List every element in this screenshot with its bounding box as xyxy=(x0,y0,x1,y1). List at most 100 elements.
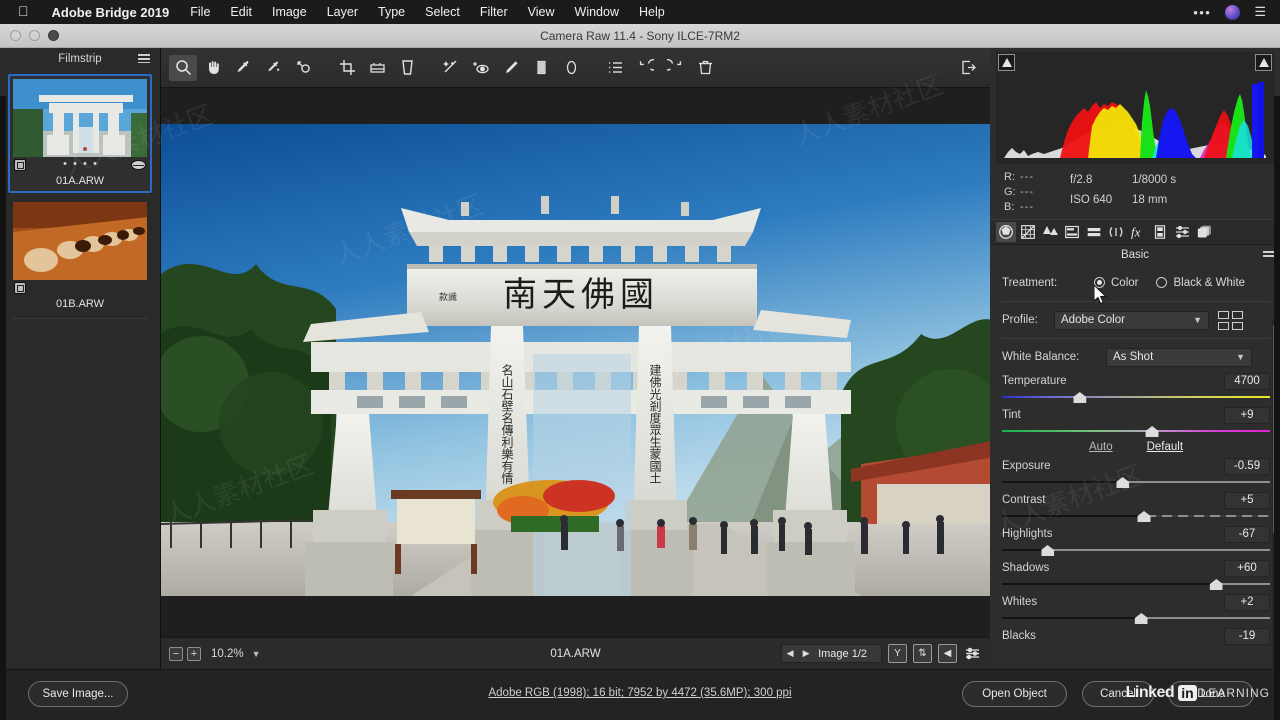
raw-preview-image[interactable]: 南天佛國 款識 名山石壁名傳利樂有情 建佛光剎度眾生蒙國土 xyxy=(161,123,990,596)
swap-before-after-button[interactable]: ⇅ xyxy=(913,644,932,663)
preview-preferences-button[interactable] xyxy=(963,644,982,663)
adjustment-brush-tool[interactable] xyxy=(497,55,525,81)
zoom-tool[interactable] xyxy=(169,54,197,81)
before-after-button[interactable]: Y xyxy=(888,644,907,663)
mouse-cursor-icon xyxy=(1094,285,1107,304)
straighten-tool[interactable] xyxy=(363,55,391,81)
slider-track[interactable] xyxy=(1002,612,1270,624)
profile-select[interactable]: Adobe Color ▼ xyxy=(1054,310,1209,330)
slider-track[interactable] xyxy=(1002,544,1270,556)
menu-filter[interactable]: Filter xyxy=(470,5,518,19)
tab-snapshots[interactable] xyxy=(1194,222,1214,242)
tab-basic[interactable] xyxy=(996,222,1016,242)
menu-select[interactable]: Select xyxy=(415,5,470,19)
exif-shutter: 1/8000 s xyxy=(1132,174,1177,186)
open-object-button[interactable]: Open Object xyxy=(962,681,1067,707)
slider-track[interactable] xyxy=(1002,425,1270,437)
slider-knob[interactable] xyxy=(1041,545,1055,556)
radial-filter-tool[interactable] xyxy=(557,55,585,81)
control-center-dots-icon[interactable]: ••• xyxy=(1193,5,1211,20)
thumbnail-image[interactable] xyxy=(13,202,147,280)
slider-track[interactable] xyxy=(1002,578,1270,590)
slider-value[interactable]: +60 xyxy=(1224,559,1270,577)
slider-value[interactable]: +9 xyxy=(1224,406,1270,424)
auto-link[interactable]: Auto xyxy=(1089,441,1113,453)
slider-knob[interactable] xyxy=(1137,511,1151,522)
slider-knob[interactable] xyxy=(1073,392,1087,403)
profile-browser-grid-icon[interactable] xyxy=(1218,310,1243,330)
zoom-in-icon[interactable]: + xyxy=(187,646,201,661)
radio-black-white[interactable] xyxy=(1156,277,1168,288)
slider-knob[interactable] xyxy=(1134,613,1148,624)
white-balance-tool[interactable] xyxy=(229,55,257,81)
treatment-option-bw[interactable]: Black & White xyxy=(1156,277,1245,289)
graduated-filter-tool[interactable] xyxy=(527,55,555,81)
preferences-tool[interactable] xyxy=(601,55,629,81)
delete-tool[interactable] xyxy=(691,55,719,81)
slider-knob[interactable] xyxy=(1116,477,1130,488)
copy-settings-button[interactable]: ◀ xyxy=(938,644,957,663)
filmstrip-item-01b[interactable]: 01B.ARW xyxy=(8,197,152,316)
rotate-left-tool[interactable] xyxy=(631,55,659,81)
image-canvas[interactable]: 南天佛國 款識 名山石壁名傳利樂有情 建佛光剎度眾生蒙國土 xyxy=(161,88,990,637)
slider-knob[interactable] xyxy=(1145,426,1159,437)
filmstrip-menu-icon[interactable] xyxy=(138,54,150,63)
menu-file[interactable]: File xyxy=(180,5,220,19)
spot-removal-tool[interactable] xyxy=(437,55,465,81)
rotate-right-tool[interactable] xyxy=(661,55,689,81)
histogram[interactable] xyxy=(996,52,1274,164)
slider-value[interactable]: +2 xyxy=(1224,593,1270,611)
filmstrip-item-01a[interactable]: 01A.ARW xyxy=(8,74,152,193)
tab-calibration[interactable] xyxy=(1150,222,1170,242)
menu-type[interactable]: Type xyxy=(368,5,415,19)
tab-effects[interactable]: fx xyxy=(1128,222,1148,242)
tab-tone-curve[interactable] xyxy=(1018,222,1038,242)
zoom-level-chevron-down-icon[interactable]: ▼ xyxy=(250,649,261,659)
tab-presets[interactable] xyxy=(1172,222,1192,242)
slider-value[interactable]: -0.59 xyxy=(1224,457,1270,475)
menubar-app-name[interactable]: Adobe Bridge 2019 xyxy=(41,5,181,20)
slider-value[interactable]: 4700 xyxy=(1224,372,1270,390)
tab-lens-corrections[interactable] xyxy=(1106,222,1126,242)
slider-value[interactable]: +5 xyxy=(1224,491,1270,509)
menu-edit[interactable]: Edit xyxy=(220,5,262,19)
zoom-out-icon[interactable]: − xyxy=(169,646,183,661)
targeted-adjustment-tool[interactable] xyxy=(289,55,317,81)
slider-blacks: Blacks -19 xyxy=(1002,626,1270,646)
transform-tool[interactable] xyxy=(393,55,421,81)
slider-track[interactable] xyxy=(1002,510,1270,522)
notification-list-icon[interactable]: ☰ xyxy=(1254,4,1266,20)
zoom-level-value[interactable]: 10.2% xyxy=(205,648,250,660)
white-balance-select[interactable]: As Shot ▼ xyxy=(1106,347,1252,367)
rating-dots[interactable] xyxy=(63,162,97,165)
menu-image[interactable]: Image xyxy=(262,5,317,19)
thumbnail-image[interactable] xyxy=(13,79,147,157)
tab-split-toning[interactable] xyxy=(1084,222,1104,242)
panel-menu-icon[interactable] xyxy=(1263,251,1274,259)
menu-view[interactable]: View xyxy=(518,5,565,19)
image-navigator[interactable]: ◀ ▶ Image 1/2 xyxy=(781,644,882,663)
highlight-clipping-warning-icon[interactable] xyxy=(1255,54,1272,71)
default-link[interactable]: Default xyxy=(1147,441,1183,453)
menu-window[interactable]: Window xyxy=(565,5,629,19)
fullscreen-toggle[interactable] xyxy=(954,55,982,81)
apple-logo-icon[interactable]:  xyxy=(8,4,41,18)
tab-detail[interactable] xyxy=(1040,222,1060,242)
slider-track[interactable] xyxy=(1002,391,1270,403)
slider-track[interactable] xyxy=(1002,476,1270,488)
slider-value[interactable]: -67 xyxy=(1224,525,1270,543)
tab-hsl-adjustments[interactable] xyxy=(1062,222,1082,242)
siri-icon[interactable] xyxy=(1225,4,1241,20)
crop-tool[interactable] xyxy=(333,55,361,81)
prev-image-icon[interactable]: ◀ xyxy=(782,648,798,659)
readout-b-value: --- xyxy=(1020,201,1034,213)
color-sampler-tool[interactable] xyxy=(259,55,287,81)
slider-value[interactable]: -19 xyxy=(1224,627,1270,645)
menu-help[interactable]: Help xyxy=(629,5,675,19)
shadow-clipping-warning-icon[interactable] xyxy=(998,54,1015,71)
slider-knob[interactable] xyxy=(1209,579,1223,590)
menu-layer[interactable]: Layer xyxy=(317,5,368,19)
next-image-icon[interactable]: ▶ xyxy=(798,648,814,659)
red-eye-removal-tool[interactable] xyxy=(467,55,495,81)
hand-tool[interactable] xyxy=(199,55,227,81)
